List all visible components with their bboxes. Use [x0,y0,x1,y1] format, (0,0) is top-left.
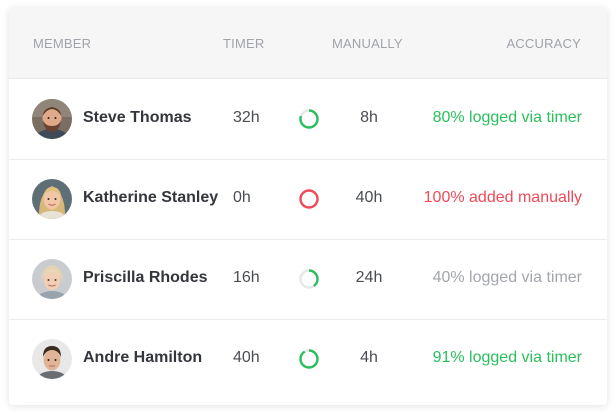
column-header-accuracy[interactable]: ACCURACY [506,36,581,51]
accuracy-status: 80% logged via timer [432,109,582,126]
timer-progress-ring-icon [299,349,319,369]
timer-progress-ring-icon [299,109,319,129]
table-row[interactable]: Andre Hamilton 40h 4h 91% logged via timer [9,319,607,399]
member-name[interactable]: Priscilla Rhodes [83,269,208,287]
avatar [32,99,72,139]
team-accuracy-table: MEMBER TIMER MANUALLY ACCURACY Steve Tho… [9,8,607,405]
manual-hours: 8h [360,109,378,126]
timer-hours: 16h [233,269,260,286]
timer-hours: 0h [233,189,251,206]
timer-progress-ring-icon [299,269,319,289]
timer-hours: 32h [233,109,260,126]
accuracy-status: 91% logged via timer [432,349,582,366]
table-row[interactable]: Steve Thomas 32h 8h 80% logged via timer [9,79,607,160]
column-header-manually[interactable]: MANUALLY [332,36,403,51]
avatar [32,339,72,379]
timer-hours: 40h [233,349,260,366]
member-name[interactable]: Steve Thomas [83,109,191,127]
avatar [32,179,72,219]
member-name[interactable]: Andre Hamilton [83,349,202,367]
table-row[interactable]: Priscilla Rhodes 16h 24h 40% logged via tim… [9,239,607,320]
manual-hours: 24h [355,269,383,286]
accuracy-status: 100% added manually [423,189,582,206]
member-name[interactable]: Katherine Stanley [83,189,218,207]
accuracy-status: 40% logged via timer [432,269,582,286]
column-header-timer[interactable]: TIMER [223,36,264,51]
column-header-member[interactable]: MEMBER [33,36,91,51]
timer-progress-ring-icon [299,189,319,209]
manual-hours: 4h [360,349,378,366]
avatar [32,259,72,299]
table-header: MEMBER TIMER MANUALLY ACCURACY [9,8,607,79]
manual-hours: 40h [355,189,383,206]
table-row[interactable]: Katherine Stanley 0h 40h 100% added manuall… [9,159,607,240]
